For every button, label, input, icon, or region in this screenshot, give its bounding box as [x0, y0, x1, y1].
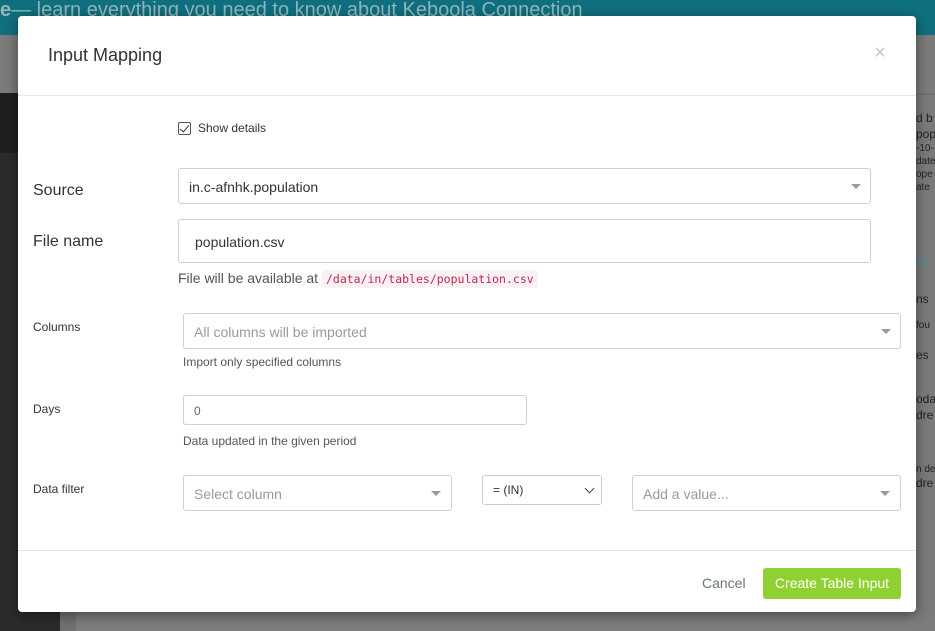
cancel-button[interactable]: Cancel	[702, 575, 746, 591]
columns-select[interactable]: All columns will be imported	[183, 313, 901, 349]
background-right-panel: d b pop -10- date ope ate e t ns fou es …	[916, 95, 935, 615]
show-details-toggle[interactable]: Show details	[178, 121, 266, 135]
show-details-label: Show details	[198, 121, 267, 135]
file-name-label: File name	[33, 233, 104, 250]
bg-fragment: ns	[916, 291, 929, 306]
show-details-checkbox[interactable]	[178, 121, 191, 135]
bg-fragment: oda	[916, 391, 935, 406]
chevron-down-icon	[584, 483, 595, 494]
bg-fragment: dre	[916, 476, 934, 491]
chevron-down-icon	[431, 491, 441, 496]
input-mapping-modal: Input Mapping × Show details Source in.c…	[18, 16, 916, 612]
chevron-down-icon	[880, 491, 890, 496]
check-icon	[179, 121, 190, 133]
bg-fragment: dre	[916, 407, 934, 422]
bg-fragment: n de	[916, 464, 935, 476]
banner-prefix: e	[0, 0, 12, 21]
days-input[interactable]: 0	[183, 395, 527, 425]
bg-fragment: e t	[916, 254, 930, 269]
source-label: Source	[33, 182, 84, 199]
bg-fragment: ate	[916, 182, 930, 194]
bg-fragment: fou	[916, 320, 930, 332]
bg-fragment: -10-	[916, 143, 934, 155]
chevron-down-icon	[851, 184, 861, 189]
modal-footer: Cancel Create Table Input	[18, 550, 916, 612]
filter-operator-select[interactable]: = (IN)	[482, 475, 602, 505]
columns-placeholder: All columns will be imported	[194, 324, 367, 340]
modal-header: Input Mapping ×	[18, 16, 916, 96]
close-icon[interactable]: ×	[870, 43, 890, 63]
filter-value-select[interactable]: Add a value...	[632, 475, 901, 511]
days-label: Days	[33, 402, 61, 416]
columns-label: Columns	[33, 320, 81, 334]
file-name-help: File will be available at /data/in/table…	[178, 270, 538, 288]
data-filter-label: Data filter	[33, 482, 85, 496]
bg-fragment: ope	[916, 169, 933, 181]
filter-value-placeholder: Add a value...	[643, 486, 729, 502]
filter-column-placeholder: Select column	[194, 486, 282, 502]
source-select[interactable]: in.c-afnhk.population	[178, 168, 871, 204]
filter-operator-value: = (IN)	[493, 483, 524, 497]
days-value: 0	[194, 404, 201, 418]
columns-help: Import only specified columns	[183, 355, 342, 369]
background-card	[76, 612, 935, 631]
chevron-down-icon	[881, 329, 891, 334]
file-name-value: population.csv	[195, 234, 285, 250]
bg-fragment: date	[916, 156, 935, 168]
file-name-input[interactable]: population.csv	[178, 219, 871, 263]
bg-fragment: d b	[916, 111, 933, 125]
bg-fragment: es	[916, 348, 929, 363]
source-value: in.c-afnhk.population	[189, 179, 319, 195]
days-help: Data updated in the given period	[183, 434, 357, 448]
create-table-input-button[interactable]: Create Table Input	[763, 568, 901, 599]
file-name-help-prefix: File will be available at	[178, 270, 319, 286]
bg-fragment: pop	[916, 126, 935, 141]
file-path-code: /data/in/tables/population.csv	[321, 270, 538, 288]
modal-title: Input Mapping	[48, 45, 163, 65]
filter-column-select[interactable]: Select column	[183, 475, 452, 511]
